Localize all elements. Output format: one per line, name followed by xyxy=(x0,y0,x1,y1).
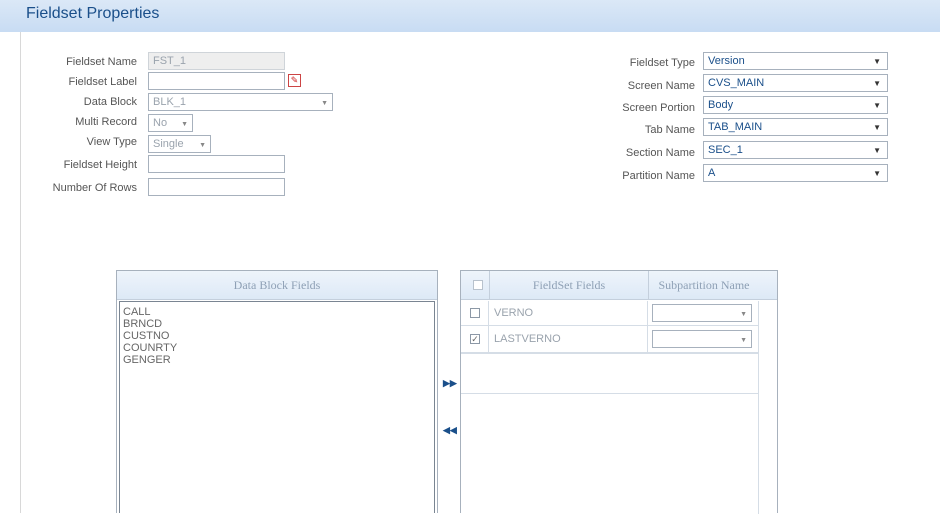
number-of-rows-label: Number Of Rows xyxy=(52,182,137,194)
fieldset-name-field: FST_1 xyxy=(148,52,285,70)
subpartition-column-header: Subpartition Name xyxy=(658,278,750,292)
data-block-label: Data Block xyxy=(83,96,137,108)
fieldset-height-field[interactable] xyxy=(148,155,285,173)
screen-portion-label: Screen Portion xyxy=(622,102,695,114)
partition-name-value: A xyxy=(708,167,716,179)
chevron-down-icon: ▼ xyxy=(873,57,881,66)
view-type-value: Single xyxy=(153,138,184,150)
fieldset-name-label: Fieldset Name xyxy=(66,56,137,68)
data-block-fields-header: Data Block Fields xyxy=(117,271,437,300)
data-block-fields-panel: Data Block Fields CALL BRNCD CUSTNO COUN… xyxy=(116,270,438,513)
list-item[interactable]: CUSTNO xyxy=(123,330,431,342)
section-name-label: Section Name xyxy=(625,147,695,159)
fieldset-label-field[interactable] xyxy=(148,72,285,90)
list-item[interactable]: CALL xyxy=(123,306,431,318)
data-block-fields-list[interactable]: CALL BRNCD CUSTNO COUNRTY GENGER xyxy=(119,301,435,513)
fieldset-type-label: Fieldset Type xyxy=(629,57,695,69)
partition-name-label: Partition Name xyxy=(622,170,695,182)
section-name-value: SEC_1 xyxy=(708,144,743,156)
fieldset-fields-panel: FieldSet Fields Subpartition Name VERNO … xyxy=(460,270,778,514)
tab-name-label: Tab Name xyxy=(644,124,695,136)
screen-name-label: Screen Name xyxy=(627,80,695,92)
screen-portion-value: Body xyxy=(708,99,734,111)
row-checkbox[interactable] xyxy=(470,308,480,318)
grid-divider xyxy=(758,301,759,514)
subpartition-select[interactable]: ▼ xyxy=(652,330,752,348)
screen-name-value: CVS_MAIN xyxy=(708,77,765,89)
section-name-select[interactable]: SEC_1 ▼ xyxy=(703,141,888,159)
chevron-down-icon: ▼ xyxy=(873,146,881,155)
data-block-select[interactable]: BLK_1 ▼ xyxy=(148,93,333,111)
multi-record-label: Multi Record xyxy=(75,116,137,128)
screen-name-select[interactable]: CVS_MAIN ▼ xyxy=(703,74,888,92)
fieldset-label-label: Fieldset Label xyxy=(68,76,138,88)
partition-name-select[interactable]: A ▼ xyxy=(703,164,888,182)
number-of-rows-field[interactable] xyxy=(148,178,285,196)
list-item[interactable]: BRNCD xyxy=(123,318,431,330)
row-field-name: LASTVERNO xyxy=(494,333,561,345)
list-item[interactable]: COUNRTY xyxy=(123,342,431,354)
fieldset-type-select[interactable]: Version ▼ xyxy=(703,52,888,70)
table-row-check-cell: ✓ xyxy=(461,326,489,353)
move-left-icon[interactable]: ◀◀ xyxy=(443,424,457,437)
chevron-down-icon: ▼ xyxy=(873,169,881,178)
grid-divider xyxy=(461,353,759,354)
chevron-down-icon: ▼ xyxy=(740,311,747,318)
row-checkbox[interactable]: ✓ xyxy=(470,334,480,344)
fieldset-fields-header: FieldSet Fields Subpartition Name xyxy=(461,271,777,300)
chevron-down-icon: ▼ xyxy=(873,79,881,88)
move-right-icon[interactable]: ▶▶ xyxy=(443,377,457,390)
chevron-down-icon: ▼ xyxy=(873,123,881,132)
table-row-field-cell: LASTVERNO xyxy=(489,326,648,353)
chevron-down-icon: ▼ xyxy=(740,337,747,344)
chevron-down-icon: ▼ xyxy=(321,100,328,107)
fieldset-fields-column-header: FieldSet Fields xyxy=(532,278,606,292)
fieldset-type-value: Version xyxy=(708,55,745,67)
multi-record-value: No xyxy=(153,117,168,129)
row-field-name: VERNO xyxy=(494,307,534,319)
table-row-field-cell: VERNO xyxy=(489,301,648,326)
list-item[interactable]: GENGER xyxy=(123,354,431,366)
page-header: Fieldset Properties xyxy=(0,0,940,32)
table-row-subpartition-cell: ▼ xyxy=(648,326,759,353)
view-type-select[interactable]: Single ▼ xyxy=(148,135,211,153)
chevron-down-icon: ▼ xyxy=(181,121,188,128)
select-all-checkbox[interactable] xyxy=(473,280,483,290)
chevron-down-icon: ▼ xyxy=(199,142,206,149)
chevron-down-icon: ▼ xyxy=(873,101,881,110)
page-title: Fieldset Properties xyxy=(26,5,160,22)
frame-divider xyxy=(20,32,21,513)
tab-name-select[interactable]: TAB_MAIN ▼ xyxy=(703,118,888,136)
tab-name-value: TAB_MAIN xyxy=(708,121,763,133)
data-block-value: BLK_1 xyxy=(153,96,187,108)
fieldset-height-label: Fieldset Height xyxy=(63,159,137,171)
screen-portion-select[interactable]: Body ▼ xyxy=(703,96,888,114)
table-row-subpartition-cell: ▼ xyxy=(648,301,759,326)
view-type-label: View Type xyxy=(86,136,137,148)
multi-record-select[interactable]: No ▼ xyxy=(148,114,193,132)
lookup-icon[interactable]: ✎ xyxy=(288,74,301,87)
table-row-check-cell xyxy=(461,301,489,326)
grid-divider xyxy=(461,393,759,394)
subpartition-select[interactable]: ▼ xyxy=(652,304,752,322)
